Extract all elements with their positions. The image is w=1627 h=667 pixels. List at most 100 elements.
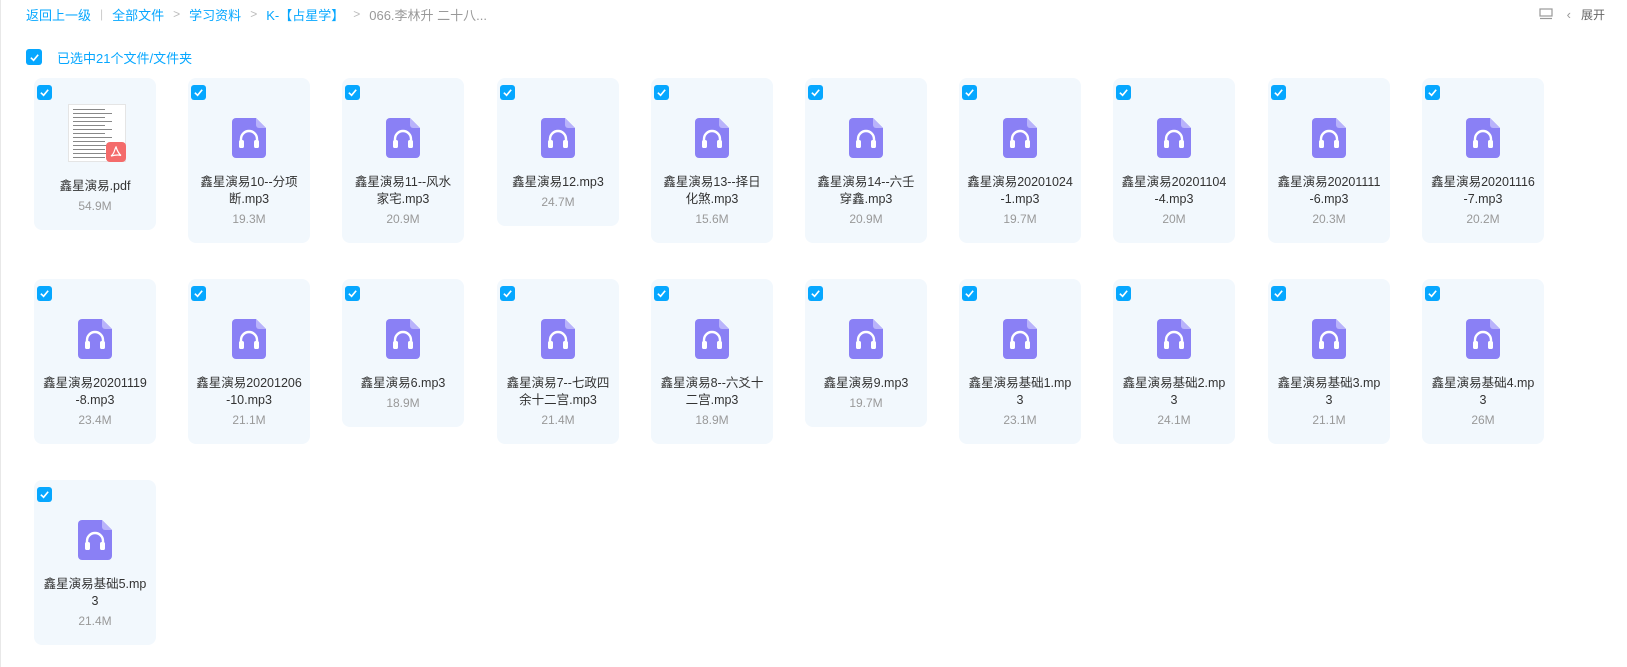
file-card[interactable]: 鑫星演易14--六壬穿鑫.mp3 20.9M	[805, 78, 927, 243]
file-card[interactable]: 鑫星演易13--择日化煞.mp3 15.6M	[651, 78, 773, 243]
audio-file-icon	[1157, 319, 1191, 359]
file-size: 21.4M	[78, 614, 112, 628]
file-card[interactable]: 鑫星演易基础2.mp3 24.1M	[1113, 279, 1235, 444]
file-card[interactable]: 鑫星演易8--六爻十二宫.mp3 18.9M	[651, 279, 773, 444]
breadcrumb-item-all-files[interactable]: 全部文件	[112, 5, 164, 24]
left-divider	[0, 0, 1, 667]
back-link[interactable]: 返回上一级	[26, 5, 91, 24]
file-size: 21.4M	[541, 413, 575, 427]
file-card[interactable]: 鑫星演易6.mp3 18.9M	[342, 279, 464, 427]
file-name: 鑫星演易20201116-7.mp3	[1431, 175, 1535, 206]
file-checkbox[interactable]	[191, 85, 206, 100]
file-card[interactable]: 鑫星演易20201104-4.mp3 20M	[1113, 78, 1235, 243]
file-checkbox[interactable]	[654, 286, 669, 301]
view-toolbar: ‹ 展开	[1539, 4, 1605, 24]
audio-file-icon	[386, 319, 420, 359]
file-checkbox[interactable]	[1271, 85, 1286, 100]
audio-file-icon	[849, 319, 883, 359]
file-checkbox[interactable]	[1425, 286, 1440, 301]
file-checkbox[interactable]	[962, 286, 977, 301]
file-name: 鑫星演易10--分项断.mp3	[200, 175, 298, 206]
file-checkbox[interactable]	[654, 85, 669, 100]
file-card[interactable]: 鑫星演易20201024-1.mp3 19.7M	[959, 78, 1081, 243]
audio-file-icon	[1312, 118, 1346, 158]
breadcrumb-item-study-materials[interactable]: 学习资料	[189, 5, 241, 24]
file-card[interactable]: 鑫星演易20201111-6.mp3 20.3M	[1268, 78, 1390, 243]
audio-file-icon	[541, 319, 575, 359]
file-card[interactable]: 鑫星演易11--风水家宅.mp3 20.9M	[342, 78, 464, 243]
selection-bar: 已选中21个文件/文件夹	[26, 48, 192, 66]
file-size: 19.7M	[1003, 212, 1037, 226]
file-card[interactable]: 鑫星演易7--七政四余十二宫.mp3 21.4M	[497, 279, 619, 444]
file-checkbox[interactable]	[345, 85, 360, 100]
file-size: 20M	[1162, 212, 1186, 226]
file-checkbox[interactable]	[1116, 85, 1131, 100]
file-card[interactable]: 鑫星演易20201119-8.mp3 23.4M	[34, 279, 156, 444]
audio-file-icon	[78, 319, 112, 359]
file-checkbox[interactable]	[500, 85, 515, 100]
file-checkbox[interactable]	[1271, 286, 1286, 301]
file-size: 18.9M	[695, 413, 729, 427]
file-name: 鑫星演易20201206-10.mp3	[196, 376, 302, 407]
file-checkbox[interactable]	[37, 487, 52, 502]
file-checkbox[interactable]	[500, 286, 515, 301]
audio-file-icon	[78, 520, 112, 560]
file-checkbox[interactable]	[345, 286, 360, 301]
file-card[interactable]: 鑫星演易基础3.mp3 21.1M	[1268, 279, 1390, 444]
breadcrumb-separator: >	[173, 7, 181, 21]
file-name: 鑫星演易20201024-1.mp3	[967, 175, 1073, 206]
file-size: 23.1M	[1003, 413, 1037, 427]
file-card[interactable]: 鑫星演易基础5.mp3 21.4M	[34, 480, 156, 645]
audio-file-icon	[1157, 118, 1191, 158]
file-checkbox[interactable]	[1116, 286, 1131, 301]
file-name: 鑫星演易14--六壬穿鑫.mp3	[817, 175, 915, 206]
file-name: 鑫星演易20201111-6.mp3	[1277, 175, 1381, 206]
file-checkbox[interactable]	[191, 286, 206, 301]
audio-file-icon	[1466, 319, 1500, 359]
file-name: 鑫星演易基础2.mp3	[1122, 376, 1226, 407]
file-size: 19.7M	[849, 396, 883, 410]
file-checkbox[interactable]	[808, 286, 823, 301]
breadcrumb-item-astrology[interactable]: K-【占星学】	[266, 5, 344, 24]
file-card[interactable]: 鑫星演易20201116-7.mp3 20.2M	[1422, 78, 1544, 243]
file-card[interactable]: 鑫星演易9.mp3 19.7M	[805, 279, 927, 427]
file-checkbox[interactable]	[962, 85, 977, 100]
list-view-icon[interactable]	[1539, 7, 1553, 21]
audio-file-icon	[1003, 319, 1037, 359]
file-card[interactable]: 鑫星演易基础1.mp3 23.1M	[959, 279, 1081, 444]
file-checkbox[interactable]	[37, 286, 52, 301]
audio-file-icon	[232, 319, 266, 359]
file-name: 鑫星演易.pdf	[59, 179, 131, 193]
file-checkbox[interactable]	[1425, 85, 1440, 100]
file-size: 20.2M	[1466, 212, 1500, 226]
file-name: 鑫星演易6.mp3	[360, 376, 446, 390]
file-checkbox[interactable]	[808, 85, 823, 100]
breadcrumb-divider: |	[100, 7, 104, 21]
file-size: 20.9M	[849, 212, 883, 226]
file-name: 鑫星演易9.mp3	[823, 376, 909, 390]
audio-file-icon	[1466, 118, 1500, 158]
file-card[interactable]: 鑫星演易20201206-10.mp3 21.1M	[188, 279, 310, 444]
file-name: 鑫星演易13--择日化煞.mp3	[663, 175, 761, 206]
file-size: 24.1M	[1157, 413, 1191, 427]
file-checkbox[interactable]	[37, 85, 52, 100]
pdf-icon	[68, 104, 126, 162]
file-size: 19.3M	[232, 212, 266, 226]
file-card[interactable]: 鑫星演易基础4.mp3 26M	[1422, 279, 1544, 444]
file-card[interactable]: 鑫星演易12.mp3 24.7M	[497, 78, 619, 226]
file-name: 鑫星演易基础1.mp3	[968, 376, 1072, 407]
file-name: 鑫星演易7--七政四余十二宫.mp3	[506, 376, 610, 407]
file-card[interactable]: 鑫星演易10--分项断.mp3 19.3M	[188, 78, 310, 243]
file-name: 鑫星演易20201119-8.mp3	[43, 376, 147, 407]
file-card[interactable]: 鑫星演易.pdf 54.9M	[34, 78, 156, 230]
expand-button[interactable]: ‹ 展开	[1567, 6, 1605, 23]
file-size: 24.7M	[541, 195, 575, 209]
file-name: 鑫星演易12.mp3	[512, 175, 604, 189]
select-all-checkbox[interactable]	[26, 49, 42, 65]
file-size: 15.6M	[695, 212, 729, 226]
file-size: 54.9M	[78, 199, 112, 213]
chevron-left-icon: ‹	[1566, 6, 1571, 22]
file-name: 鑫星演易20201104-4.mp3	[1121, 175, 1227, 206]
audio-file-icon	[541, 118, 575, 158]
selection-count-label: 已选中21个文件/文件夹	[57, 50, 193, 66]
